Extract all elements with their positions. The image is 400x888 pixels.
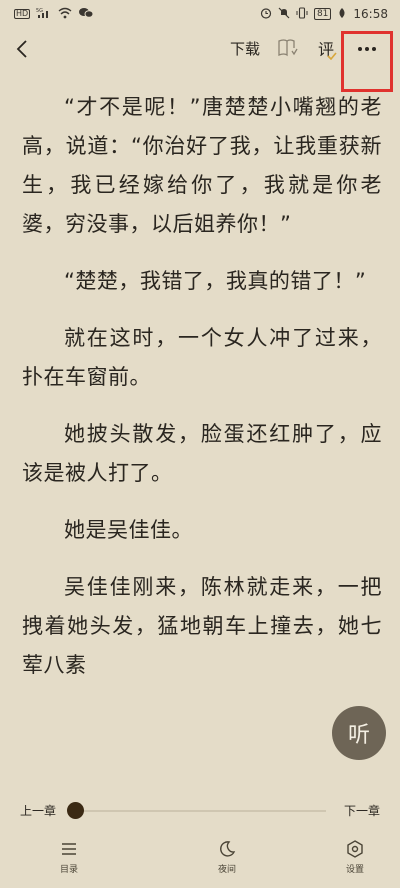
more-options-button[interactable]: [343, 34, 391, 64]
nav-item-night[interactable]: 夜间: [212, 840, 242, 888]
paragraph: 她是吴佳佳。: [64, 518, 193, 542]
vibrate-icon: [296, 7, 308, 21]
nav-item-catalog[interactable]: 目录: [54, 840, 84, 888]
chapter-progress-track[interactable]: [72, 810, 326, 812]
paragraph: “楚楚，我错了，我真的错了！”: [64, 269, 367, 293]
check-icon: [327, 52, 337, 60]
hd-icon: HD: [14, 9, 31, 19]
paragraph: 她披头散发，脸蛋还红肿了，应该是被人打了。: [22, 422, 382, 485]
settings-icon: [347, 840, 363, 858]
paragraph: 就在这时，一个女人冲了过来，扑在车窗前。: [22, 326, 382, 389]
paragraph: “才不是呢！”唐楚楚小嘴翘的老高，说道：“你治好了我，让我重获新生，我已经嫁给你…: [22, 95, 382, 236]
listen-label: 听: [347, 723, 370, 748]
mute-icon: [278, 7, 290, 21]
status-time: 16:58: [353, 7, 388, 21]
menu-icon: [62, 843, 76, 855]
chapter-progress-thumb[interactable]: [67, 802, 84, 819]
bottom-nav: 目录 夜间 设置: [0, 840, 400, 888]
listen-button[interactable]: 听: [332, 706, 386, 760]
status-right: 81 16:58: [260, 7, 388, 22]
wifi-icon: [58, 7, 72, 21]
chevron-left-icon: [16, 40, 27, 58]
reading-content: “才不是呢！”唐楚楚小嘴翘的老高，说道：“你治好了我，让我重获新生，我已经嫁给你…: [22, 38, 382, 778]
content-fade: [0, 770, 400, 786]
status-left: HD 5G: [14, 7, 94, 21]
paragraph: 吴佳佳刚来，陈林就走来，一把拽着她头发，猛地朝车上撞去，她七荤八素: [22, 575, 382, 677]
leaf-icon: [337, 7, 347, 22]
chapter-navigation: 上一章 下一章: [0, 796, 400, 826]
prev-chapter-button[interactable]: 上一章: [20, 802, 56, 819]
download-button[interactable]: 下载: [230, 38, 260, 59]
nav-item-label: 设置: [345, 865, 364, 875]
add-to-shelf-icon[interactable]: [277, 38, 299, 58]
nav-item-label: 目录: [59, 865, 78, 875]
nav-item-label: 夜间: [217, 865, 236, 875]
back-button[interactable]: [10, 34, 34, 64]
reader-toolbar: 下载 评: [0, 28, 400, 70]
alarm-icon: [260, 7, 272, 21]
next-chapter-button[interactable]: 下一章: [344, 802, 380, 819]
wechat-icon: [78, 7, 94, 21]
nav-item-settings[interactable]: 设置: [340, 840, 370, 888]
signal-5g-icon: 5G: [36, 7, 52, 21]
moon-icon: [220, 841, 236, 857]
battery-indicator: 81: [313, 8, 332, 20]
more-dots-icon: [358, 47, 376, 51]
status-bar: HD 5G 81 16:58: [0, 0, 400, 28]
